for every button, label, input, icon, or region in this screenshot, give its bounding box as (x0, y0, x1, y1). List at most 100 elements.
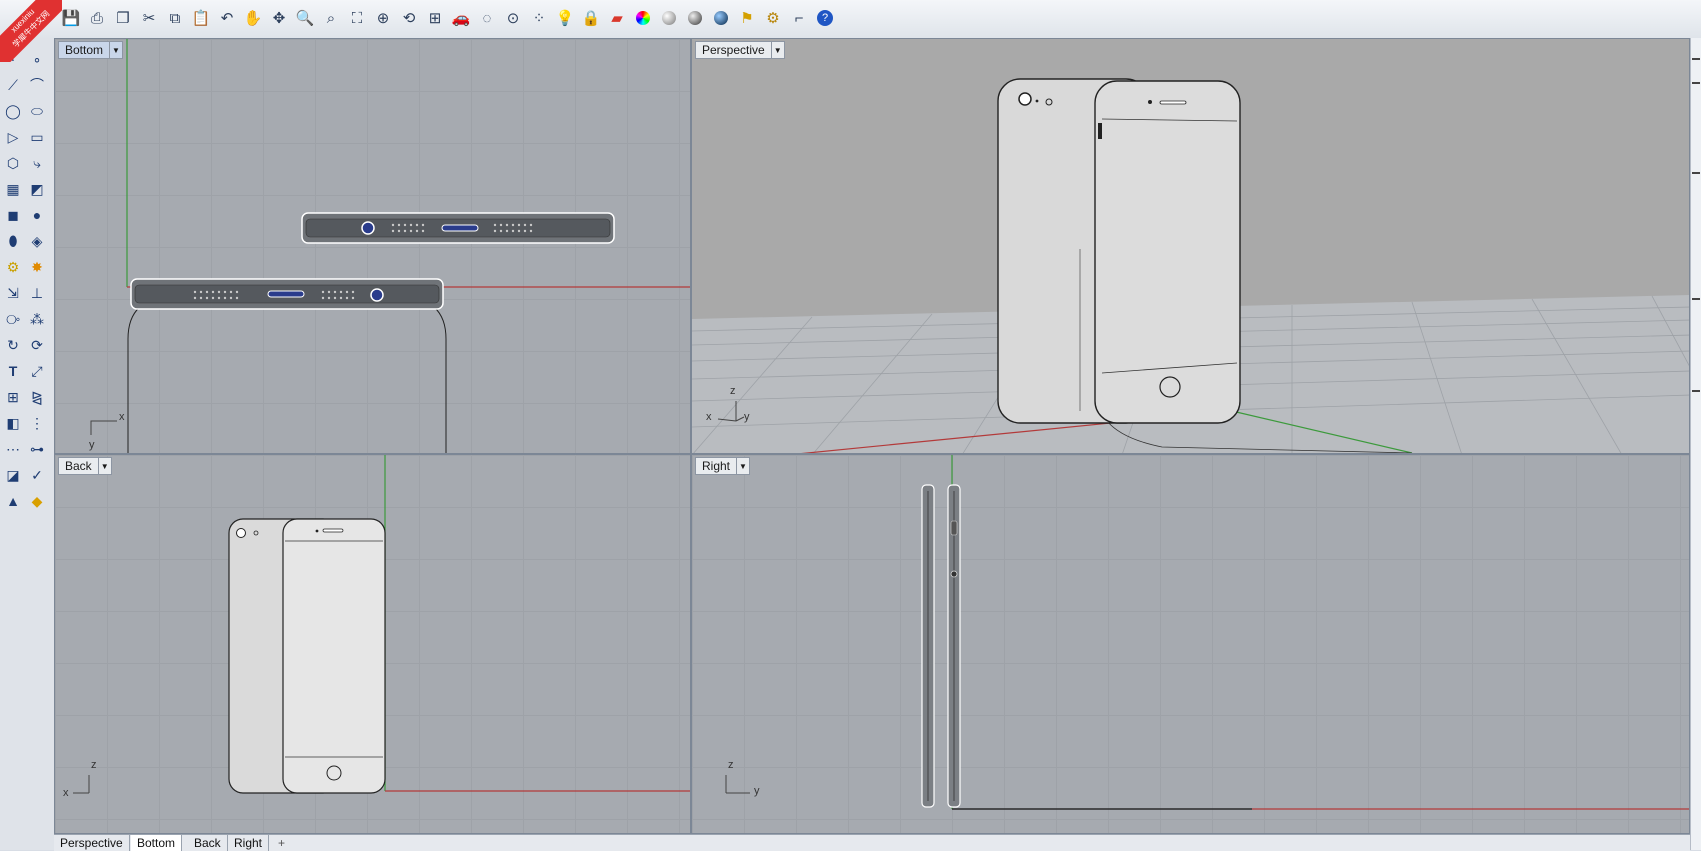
polygon-hex-icon[interactable]: ⬡ (2, 152, 24, 174)
fillet-icon[interactable]: ⤷ (26, 152, 48, 174)
copy-icon[interactable]: ⧉ (164, 7, 186, 29)
perspective-view-geometry (692, 78, 1689, 453)
copy-to-icon[interactable]: ❐ (112, 7, 134, 29)
color-wheel-icon[interactable] (632, 7, 654, 29)
dimension-icon[interactable]: ⌐ (788, 7, 810, 29)
pan-hand-icon[interactable]: ✋ (242, 7, 264, 29)
axis-label-y: y (89, 439, 95, 451)
box-icon[interactable]: ◼ (2, 204, 24, 226)
hierarchy-icon[interactable]: ⊶ (26, 438, 48, 460)
print-icon[interactable]: ⎙ (86, 7, 108, 29)
zoom-window-icon[interactable]: ⌕ (320, 7, 342, 29)
viewport-label-perspective[interactable]: Perspective ▼ (695, 41, 785, 59)
axis-label-x: x (119, 411, 125, 423)
material-sphere-icon[interactable] (658, 7, 680, 29)
viewport-title: Perspective (702, 43, 765, 57)
paint-icon[interactable]: ◆ (26, 490, 48, 512)
left-tool-palette: · ∘ ⟋ ⌒ ◯ ⬭ ▷ ▭ ⬡ ⤷ ▦ ◩ ◼ ● ⬮ ◈ ⚙ ✸ ⇲ ⊥ … (0, 38, 55, 850)
zoom-icon[interactable]: 🔍 (294, 7, 316, 29)
viewport-perspective[interactable]: Perspective ▼ z x y (691, 38, 1690, 454)
viewport-title: Bottom (65, 43, 104, 57)
render-sphere-icon[interactable] (710, 7, 732, 29)
curve-icon[interactable]: ⌒ (26, 74, 48, 96)
paste-icon[interactable]: 📋 (190, 7, 212, 29)
bottom-view-geometry (90, 39, 690, 453)
surface-points-icon[interactable]: ▦ (2, 178, 24, 200)
circle-icon[interactable]: ◯ (2, 100, 24, 122)
tab-back[interactable]: Back (188, 835, 228, 851)
viewport-bottom[interactable]: Bottom ▼ x y (54, 38, 691, 454)
ellipse-icon[interactable]: ⬭ (26, 100, 48, 122)
boolean-icon[interactable]: ⧂ (2, 308, 24, 330)
extrude-icon[interactable]: ◪ (2, 464, 24, 486)
zoom-selected-icon[interactable]: ⊕ (372, 7, 394, 29)
zoom-extents-icon[interactable]: ⛶ (346, 7, 368, 29)
save-icon[interactable]: 💾 (60, 7, 82, 29)
mirror-icon[interactable]: ⧎ (26, 386, 48, 408)
rotate3d-icon[interactable]: ⟳ (26, 334, 48, 356)
solid-edit-icon[interactable]: ◧ (2, 412, 24, 434)
sphere-icon[interactable]: ● (26, 204, 48, 226)
gears-icon[interactable]: ⚙ (2, 256, 24, 278)
hide-icon[interactable]: ◌ (476, 7, 498, 29)
scale-icon[interactable]: ⤢ (26, 360, 48, 382)
mesh-icon[interactable]: ◈ (26, 230, 48, 252)
text-icon[interactable]: T (2, 360, 24, 382)
axis-label-y: y (744, 411, 750, 423)
explode-icon[interactable]: ✸ (26, 256, 48, 278)
polygon-icon[interactable]: ▷ (2, 126, 24, 148)
axis-label-x: x (706, 411, 712, 423)
tab-bottom[interactable]: Bottom (131, 835, 183, 851)
tab-perspective[interactable]: Perspective (54, 835, 130, 851)
chevron-down-icon[interactable]: ▼ (770, 42, 784, 58)
axis-label-z: z (730, 385, 736, 397)
four-viewports-icon[interactable]: ⊞ (424, 7, 446, 29)
viewport-label-back[interactable]: Back ▼ (58, 457, 112, 475)
watermark-logo: xuexiniu 学犀牛中文网 (0, 0, 62, 62)
right-view-geometry (725, 455, 1689, 810)
lock-icon[interactable]: 🔒 (580, 7, 602, 29)
car-icon[interactable]: 🚗 (450, 7, 472, 29)
main-toolbar: 💾 ⎙ ❐ ✂ ⧉ 📋 ↶ ✋ ✥ 🔍 ⌕ ⛶ ⊕ ⟲ ⊞ 🚗 ◌ ⊙ ⁘ 💡 … (0, 0, 1701, 39)
viewport-back[interactable]: Back ▼ z x (54, 454, 691, 834)
split-icon[interactable]: ⊥ (26, 282, 48, 304)
layer-points-icon[interactable]: ⋮ (26, 412, 48, 434)
show-icon[interactable]: ⊙ (502, 7, 524, 29)
chevron-down-icon[interactable]: ▼ (97, 458, 111, 474)
rotate-icon[interactable]: ↻ (2, 334, 24, 356)
axis-label-x: x (63, 787, 69, 799)
cut-icon[interactable]: ✂ (138, 7, 160, 29)
tab-right[interactable]: Right (228, 835, 270, 851)
back-view-geometry (73, 455, 690, 794)
viewport-right[interactable]: Right ▼ z y (691, 454, 1690, 834)
select-points-icon[interactable]: ⁘ (528, 7, 550, 29)
polyline-icon[interactable]: ⟋ (2, 74, 24, 96)
viewport-label-right[interactable]: Right ▼ (695, 457, 751, 475)
viewport-tabs: Perspective Bottom Back Right + (54, 834, 1690, 851)
viewport-title: Back (65, 459, 92, 473)
help-icon[interactable]: ? (814, 7, 836, 29)
boolean-union-icon[interactable]: ⁂ (26, 308, 48, 330)
chevron-down-icon[interactable]: ▼ (109, 42, 122, 58)
shaded-sphere-icon[interactable] (684, 7, 706, 29)
gear-settings-icon[interactable]: ⚙ (762, 7, 784, 29)
viewport-label-bottom[interactable]: Bottom ▼ (58, 41, 124, 59)
transform-icon[interactable]: ⇲ (2, 282, 24, 304)
check-icon[interactable]: ✓ (26, 464, 48, 486)
render-icon[interactable]: ▰ (606, 7, 628, 29)
undo-icon[interactable]: ↶ (216, 7, 238, 29)
move-view-icon[interactable]: ✥ (268, 7, 290, 29)
render-mesh-icon[interactable]: ▲ (2, 490, 24, 512)
cylinder-icon[interactable]: ⬮ (2, 230, 24, 252)
flag-icon[interactable]: ⚑ (736, 7, 758, 29)
right-panel-edge (1690, 38, 1701, 850)
axis-label-z: z (728, 759, 734, 771)
add-tab-button[interactable]: + (272, 835, 291, 851)
rectangle-icon[interactable]: ▭ (26, 126, 48, 148)
light-bulb-icon[interactable]: 💡 (554, 7, 576, 29)
array-icon[interactable]: ⊞ (2, 386, 24, 408)
grid-array-icon[interactable]: ⋯ (2, 438, 24, 460)
rotate-view-icon[interactable]: ⟲ (398, 7, 420, 29)
chevron-down-icon[interactable]: ▼ (736, 458, 749, 474)
surface-icon[interactable]: ◩ (26, 178, 48, 200)
